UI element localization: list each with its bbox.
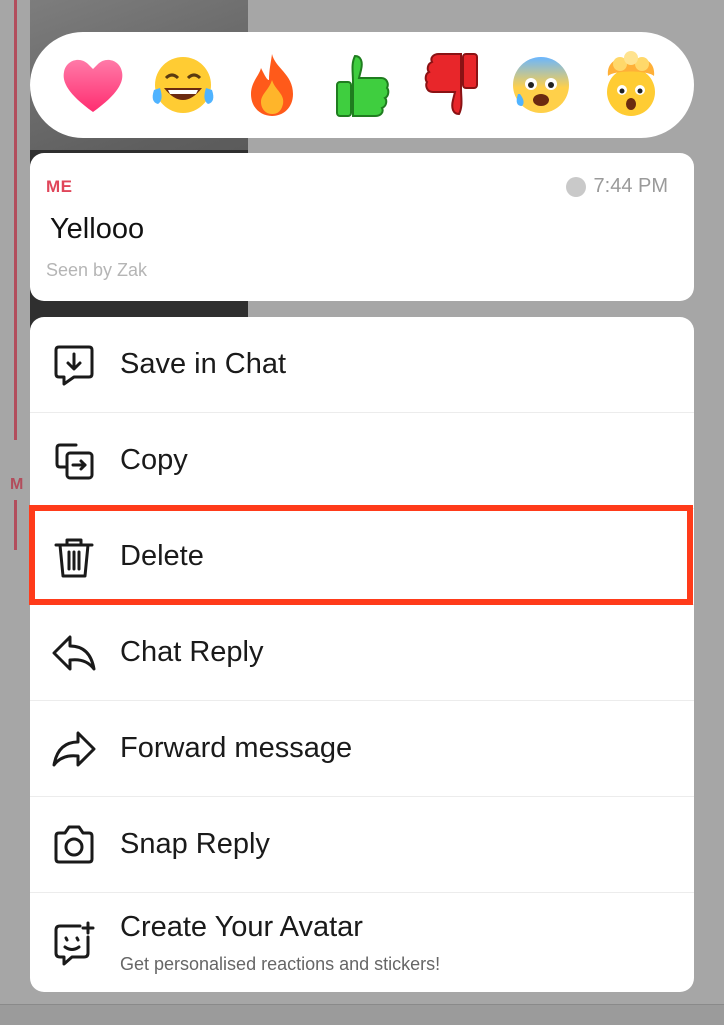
trash-icon <box>48 531 100 583</box>
forward-message-label: Forward message <box>120 732 353 764</box>
menu-item-chat-reply[interactable]: Chat Reply <box>30 605 694 701</box>
laughing-tears-icon[interactable] <box>146 48 220 122</box>
message-sender: ME <box>46 177 73 196</box>
seen-status: Seen by Zak <box>46 260 148 280</box>
avatar-sticker-icon <box>48 917 100 969</box>
message-timestamp: 7:44 PM <box>565 175 668 198</box>
snap-reply-label: Snap Reply <box>120 828 270 860</box>
copy-label: Copy <box>120 444 188 476</box>
menu-item-create-avatar[interactable]: Create Your Avatar Get personalised reac… <box>30 893 694 992</box>
forward-icon <box>48 723 100 775</box>
heart-icon[interactable] <box>56 48 130 122</box>
exploding-head-icon[interactable] <box>594 48 668 122</box>
menu-item-delete[interactable]: Delete <box>30 509 694 605</box>
create-avatar-sublabel: Get personalised reactions and stickers! <box>120 953 441 974</box>
background-sender-initial: M <box>10 476 24 493</box>
thumbs-down-icon[interactable] <box>415 48 489 122</box>
chat-footer <box>0 1004 724 1025</box>
message-text: Yellooo <box>50 213 145 245</box>
menu-item-save-in-chat[interactable]: Save in Chat <box>30 317 694 413</box>
message-context-menu: Save in Chat Copy Delete Chat Reply Forw… <box>30 317 694 992</box>
message-card: ME 7:44 PM Yellooo Seen by Zak <box>30 153 694 301</box>
message-time: 7:44 PM <box>593 175 668 197</box>
fire-icon[interactable] <box>235 48 309 122</box>
chat-sender-line-2 <box>14 500 17 550</box>
menu-item-copy[interactable]: Copy <box>30 413 694 509</box>
anxious-face-icon[interactable] <box>504 48 578 122</box>
create-avatar-label: Create Your Avatar <box>120 910 363 943</box>
camera-icon <box>48 819 100 871</box>
status-dot-icon <box>565 176 586 197</box>
menu-item-forward-message[interactable]: Forward message <box>30 701 694 797</box>
chat-reply-label: Chat Reply <box>120 636 264 668</box>
reaction-bar <box>30 32 694 138</box>
save-in-chat-icon <box>48 339 100 391</box>
copy-icon <box>48 435 100 487</box>
reply-icon <box>48 627 100 679</box>
menu-item-snap-reply[interactable]: Snap Reply <box>30 797 694 893</box>
thumbs-up-icon[interactable] <box>325 48 399 122</box>
delete-label: Delete <box>120 540 204 572</box>
save-in-chat-label: Save in Chat <box>120 348 287 380</box>
chat-sender-line <box>14 0 17 440</box>
